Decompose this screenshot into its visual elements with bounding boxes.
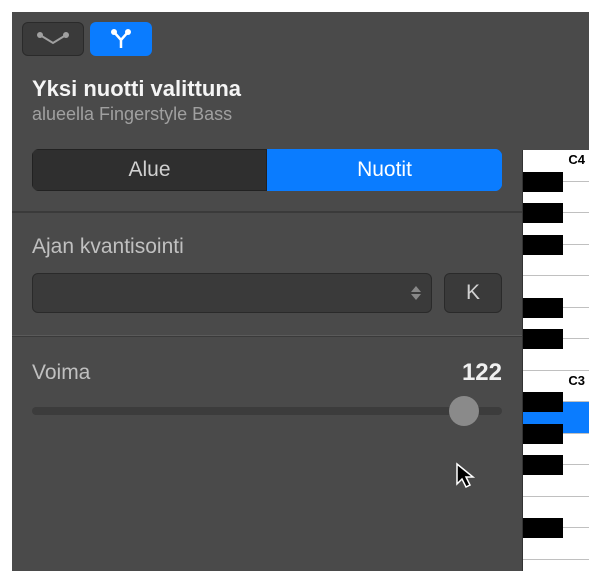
chevron-updown-icon: [411, 286, 421, 300]
piano-key-black[interactable]: [523, 235, 563, 255]
piano-key-black[interactable]: [523, 424, 563, 444]
piano-keyboard[interactable]: C4 C3: [522, 150, 589, 571]
midi-merge-button[interactable]: [90, 22, 152, 56]
tab-notes[interactable]: Nuotit: [267, 149, 502, 191]
piano-key-white[interactable]: [523, 339, 589, 371]
piano-key-white[interactable]: [523, 245, 589, 277]
automation-curve-button[interactable]: [22, 22, 84, 56]
piano-key-black[interactable]: [523, 518, 563, 538]
selection-subtitle: alueella Fingerstyle Bass: [32, 104, 502, 125]
velocity-label: Voima: [32, 361, 90, 385]
piano-key-white[interactable]: [523, 528, 589, 560]
piano-key-white[interactable]: [523, 465, 589, 497]
mode-segmented-control: Alue Nuotit: [32, 149, 502, 191]
curve-icon: [35, 30, 71, 48]
selection-title: Yksi nuotti valittuna: [32, 76, 502, 102]
mouse-cursor-icon: [454, 462, 478, 490]
time-quantize-select[interactable]: [32, 273, 432, 313]
merge-icon: [107, 28, 135, 50]
quantize-strength-button[interactable]: K: [444, 273, 502, 313]
velocity-value: 122: [462, 359, 502, 387]
piano-key-black[interactable]: [523, 172, 563, 192]
piano-key-black[interactable]: [523, 455, 563, 475]
key-label-c4: C4: [568, 152, 585, 167]
key-label-c3: C3: [568, 373, 585, 388]
piano-key-black[interactable]: [523, 329, 563, 349]
piano-key-black[interactable]: [523, 298, 563, 318]
piano-key-black[interactable]: [523, 203, 563, 223]
piano-key-black[interactable]: [523, 392, 563, 412]
velocity-slider[interactable]: [32, 407, 502, 415]
velocity-slider-thumb[interactable]: [449, 396, 479, 426]
tab-region[interactable]: Alue: [32, 149, 267, 191]
time-quantize-label: Ajan kvantisointi: [32, 235, 502, 259]
